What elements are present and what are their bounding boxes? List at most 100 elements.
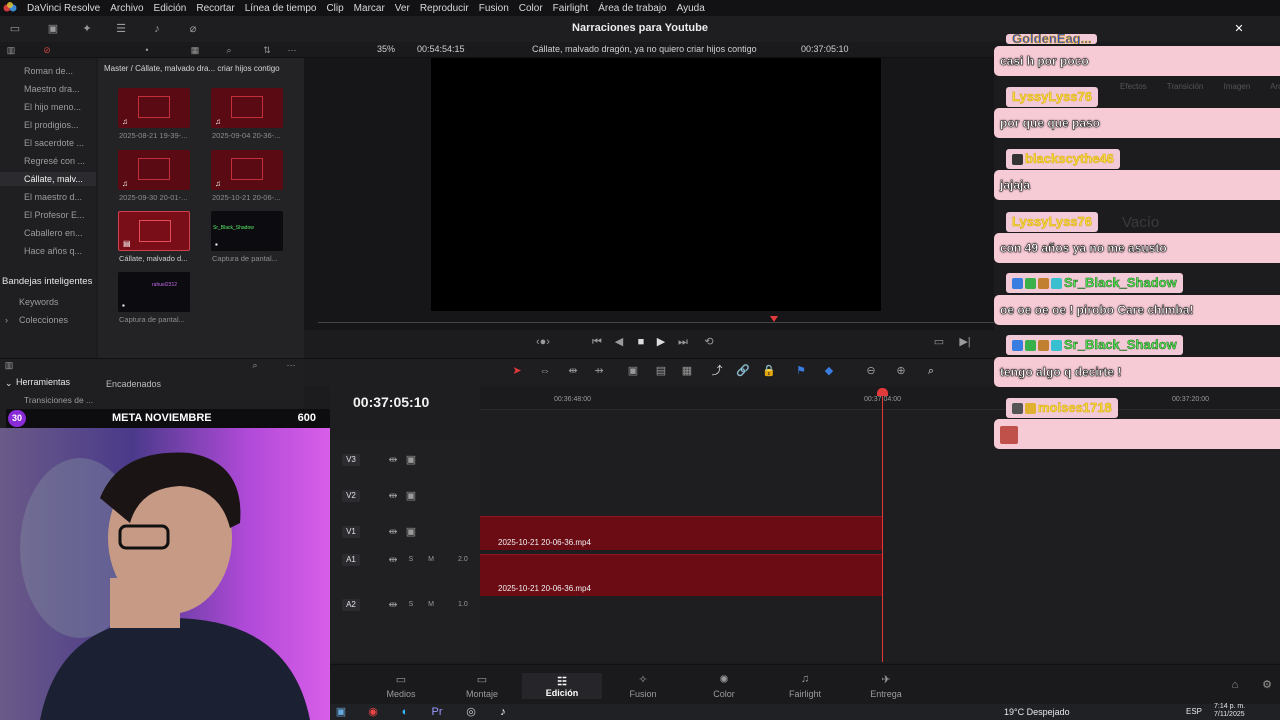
- tools-label[interactable]: Herramientas: [16, 377, 70, 387]
- chevron-right-icon[interactable]: ›: [5, 315, 8, 325]
- search-icon[interactable]: ⌕: [222, 44, 236, 56]
- video-viewer[interactable]: [431, 58, 881, 311]
- more-icon[interactable]: ⋯: [284, 359, 298, 371]
- image-thumbnail[interactable]: Sr_Black_Shadow ▪: [211, 211, 283, 251]
- close-icon[interactable]: ✕: [1232, 23, 1246, 35]
- tab-transition[interactable]: Transición: [1167, 82, 1204, 91]
- blade-tool-icon[interactable]: ⇸: [592, 365, 606, 377]
- menu-clip[interactable]: Clip: [321, 3, 348, 14]
- tab-effects[interactable]: Efectos: [1120, 82, 1147, 91]
- loop-icon[interactable]: ⟲: [702, 336, 716, 348]
- app-icon[interactable]: ◉: [366, 706, 380, 718]
- track-label-v2[interactable]: V2: [342, 490, 360, 502]
- zoom-level[interactable]: 35%: [377, 44, 395, 54]
- no-filter-icon[interactable]: ⊘: [40, 44, 54, 56]
- menu-file[interactable]: Archivo: [105, 3, 148, 14]
- app-icon[interactable]: ▣: [334, 706, 348, 718]
- selection-tool-icon[interactable]: ➤: [510, 365, 524, 377]
- chevron-down-icon[interactable]: ⌄: [5, 378, 13, 389]
- image-thumbnail[interactable]: rahuel2312 ▪: [118, 272, 190, 312]
- menu-help[interactable]: Ayuda: [672, 3, 710, 14]
- smart-bin-collections[interactable]: Colecciones: [19, 315, 68, 325]
- link-icon[interactable]: ⌀: [186, 23, 200, 35]
- premiere-icon[interactable]: Pr: [430, 706, 444, 718]
- menu-fairlight[interactable]: Fairlight: [548, 3, 594, 14]
- auto-select-icon[interactable]: ⇹: [386, 554, 400, 566]
- bin-item[interactable]: Caballero en...: [24, 228, 90, 238]
- effects-icon[interactable]: ✦: [80, 23, 94, 35]
- page-cut[interactable]: ▭ Montaje: [442, 674, 522, 699]
- tools-sub-item[interactable]: Transiciones de ...: [24, 395, 93, 405]
- link-icon[interactable]: 🔗: [736, 365, 750, 377]
- clip-thumbnail[interactable]: ♫: [118, 88, 190, 128]
- overwrite-icon[interactable]: ▤: [654, 365, 668, 377]
- track-label-v1[interactable]: V1: [342, 526, 360, 538]
- grid-view-icon[interactable]: ▦: [188, 44, 202, 56]
- smart-bin-keywords[interactable]: Keywords: [19, 297, 59, 307]
- settings-icon[interactable]: ⚙: [1260, 679, 1274, 691]
- media-icon[interactable]: ▣: [46, 23, 60, 35]
- stop-icon[interactable]: ■: [634, 336, 648, 348]
- bin-item[interactable]: Regresé con ...: [24, 156, 90, 166]
- language-indicator[interactable]: ESP: [1186, 707, 1202, 716]
- bin-item[interactable]: El maestro d...: [24, 192, 90, 202]
- menu-view[interactable]: Ver: [390, 3, 415, 14]
- playhead-handle[interactable]: [877, 388, 888, 396]
- bin-item[interactable]: Roman de...: [24, 66, 90, 76]
- bin-item[interactable]: El Profesor E...: [24, 210, 90, 220]
- menu-playback[interactable]: Reproducir: [415, 3, 474, 14]
- monitor-icon[interactable]: ▣: [404, 490, 418, 502]
- tab-file[interactable]: Archivo: [1270, 82, 1280, 91]
- marker-icon[interactable]: ◆: [822, 365, 836, 377]
- trim-tool-icon[interactable]: ⇔: [538, 365, 552, 377]
- davinci-icon[interactable]: ◎: [464, 706, 478, 718]
- mute-button[interactable]: M: [424, 554, 438, 566]
- monitor-icon[interactable]: ▣: [404, 526, 418, 538]
- skip-end-icon[interactable]: ⏭: [676, 336, 690, 348]
- flag-icon[interactable]: ⚑: [794, 365, 808, 377]
- lock-icon[interactable]: 🔒: [762, 365, 776, 377]
- page-fairlight[interactable]: ♫ Fairlight: [765, 673, 845, 699]
- menu-app[interactable]: DaVinci Resolve: [22, 3, 105, 14]
- edit-index-icon[interactable]: ☰: [114, 23, 128, 35]
- zoom-icon[interactable]: ⌕: [924, 365, 938, 377]
- auto-select-icon[interactable]: ⇹: [386, 599, 400, 611]
- page-color[interactable]: ✺ Color: [684, 674, 764, 699]
- clock-date[interactable]: 7/11/2025: [1214, 711, 1245, 718]
- bin-item-selected[interactable]: Cállate, malv...: [0, 172, 96, 186]
- skip-start-icon[interactable]: ⏮: [590, 336, 604, 348]
- zoom-fit-icon[interactable]: ⊕: [894, 365, 908, 377]
- clock-time[interactable]: 7:14 p. m.: [1214, 703, 1245, 710]
- zoom-out-icon[interactable]: ⊖: [864, 365, 878, 377]
- prev-arrow-icon[interactable]: ‹●›: [536, 336, 550, 348]
- bin-item[interactable]: Maestro dra...: [24, 84, 90, 94]
- dynamic-trim-icon[interactable]: ⇹: [566, 365, 580, 377]
- search-icon[interactable]: ⌕: [248, 359, 262, 371]
- play-icon[interactable]: ▶: [654, 336, 668, 348]
- edge-icon[interactable]: ◐: [398, 706, 412, 718]
- video-clip-v1[interactable]: 2025-10-21 20-06-36.mp4: [480, 516, 882, 550]
- clip-thumbnail[interactable]: ♫: [211, 88, 283, 128]
- insert-icon[interactable]: ▣: [626, 365, 640, 377]
- auto-select-icon[interactable]: ⇹: [386, 454, 400, 466]
- weather-text[interactable]: 19°C Despejado: [1004, 707, 1070, 717]
- menu-workspace[interactable]: Área de trabajo: [593, 3, 671, 14]
- snapping-icon[interactable]: ⤴: [710, 365, 724, 377]
- mute-button[interactable]: M: [424, 599, 438, 611]
- track-label-v3[interactable]: V3: [342, 454, 360, 466]
- fullscreen-icon[interactable]: ▭: [932, 336, 946, 348]
- track-label-a1[interactable]: A1: [342, 554, 360, 566]
- solo-button[interactable]: S: [404, 554, 418, 566]
- clip-thumbnail[interactable]: ♫: [118, 150, 190, 190]
- menu-edit[interactable]: Edición: [149, 3, 192, 14]
- page-media[interactable]: ▭ Medios: [361, 674, 441, 699]
- more-icon[interactable]: ⋯: [285, 44, 299, 56]
- auto-select-icon[interactable]: ⇹: [386, 490, 400, 502]
- menu-trim[interactable]: Recortar: [191, 3, 239, 14]
- page-deliver[interactable]: ✈ Entrega: [846, 674, 926, 699]
- menu-fusion[interactable]: Fusion: [474, 3, 514, 14]
- solo-button[interactable]: S: [404, 599, 418, 611]
- monitor-icon[interactable]: ▣: [404, 454, 418, 466]
- tiktok-icon[interactable]: ♪: [496, 706, 510, 718]
- menu-timeline[interactable]: Línea de tiempo: [240, 3, 322, 14]
